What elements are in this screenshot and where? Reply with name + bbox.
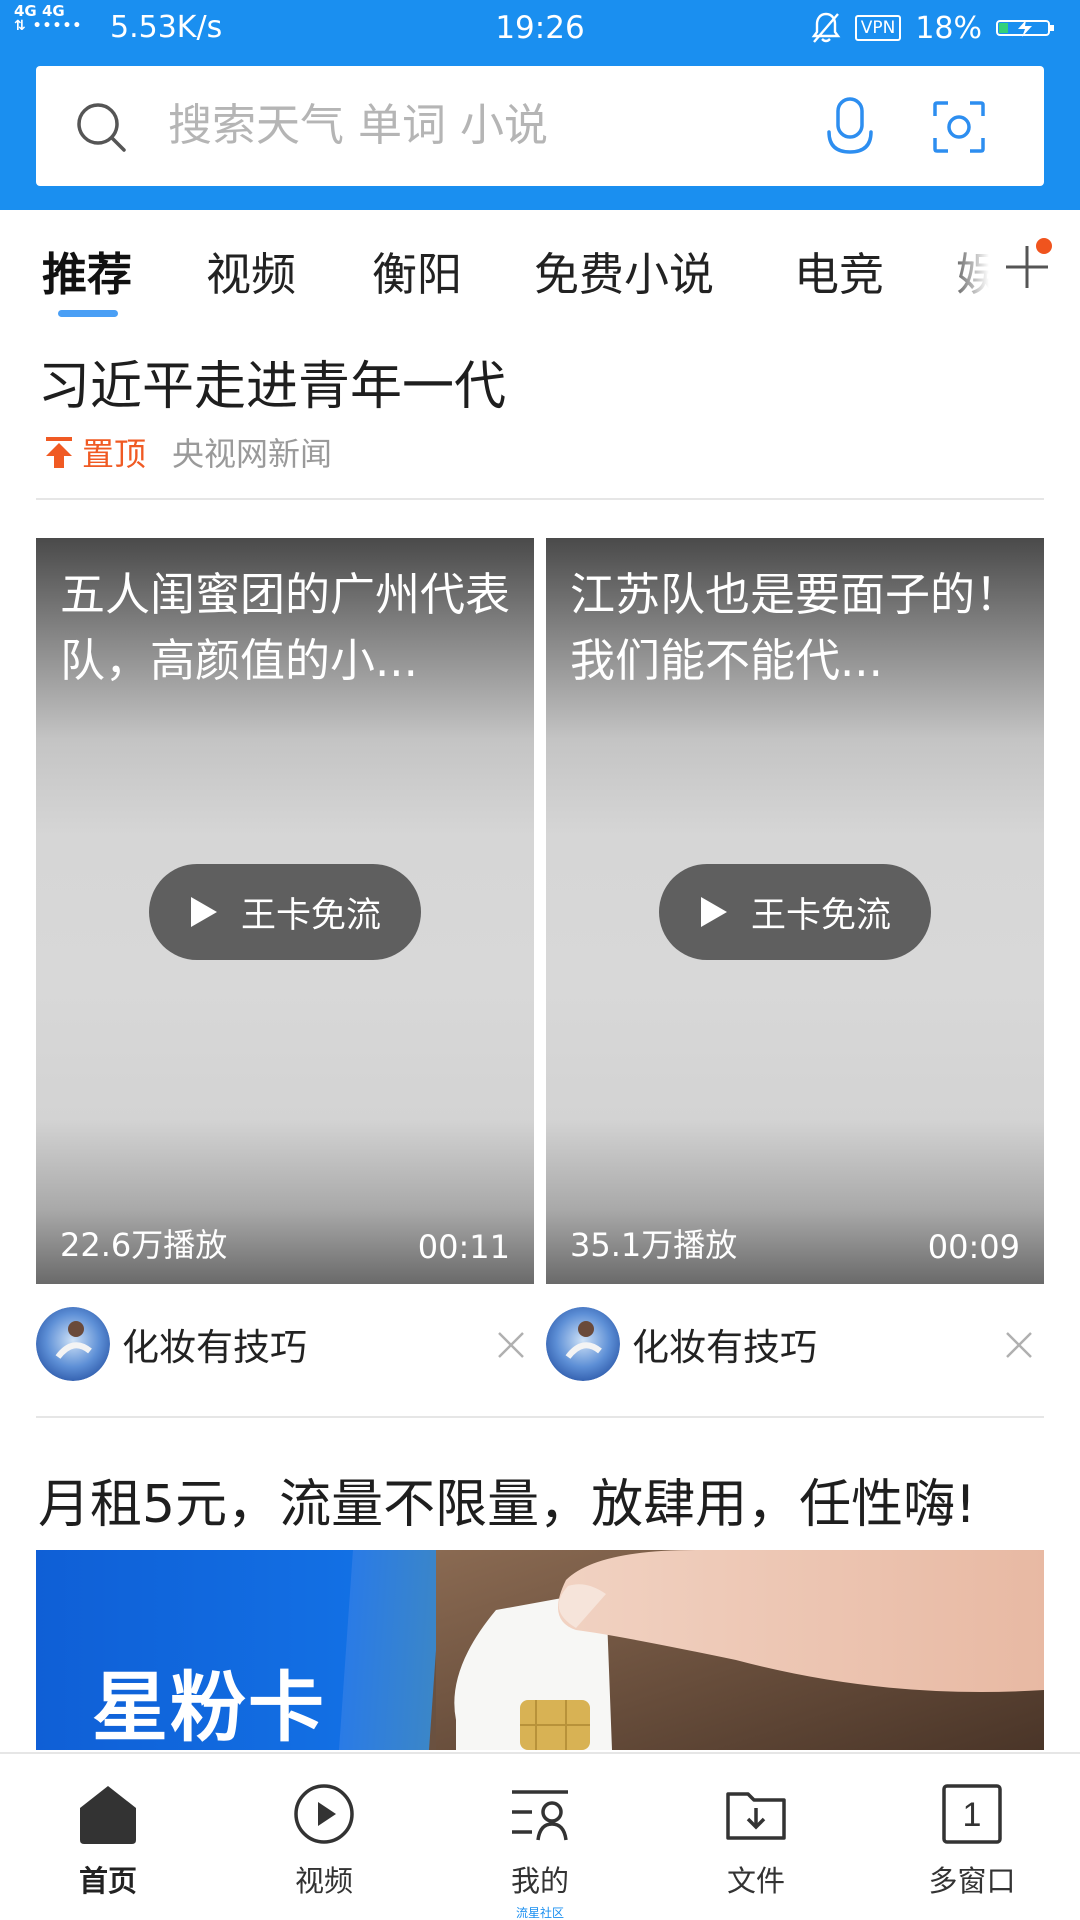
play-circle-icon	[294, 1784, 354, 1844]
nav-home-label: 首页	[78, 1864, 137, 1898]
nav-windows-label: 多窗口	[928, 1864, 1016, 1898]
ad-panel-edge	[339, 1550, 443, 1750]
channel-tabs: 推荐 视频 衡阳 免费小说 电竞 娱乐	[0, 210, 1080, 326]
nav-video-label: 视频	[294, 1864, 353, 1898]
video-title: 五人闺蜜团的广州代表队，高颜值的小...	[60, 568, 511, 687]
ad-banner[interactable]: 星粉卡 流量	[36, 1550, 1044, 1750]
folder-download-icon	[726, 1792, 786, 1840]
avatar	[36, 1307, 110, 1381]
author-name: 化妆有技巧	[122, 1326, 307, 1369]
play-button[interactable]: 王卡免流	[149, 864, 421, 960]
video-duration: 00:11	[417, 1228, 510, 1266]
play-icon	[190, 897, 217, 927]
divider	[36, 1416, 1044, 1418]
battery-percent: 18%	[915, 10, 982, 46]
avatar	[546, 1307, 620, 1381]
tab-free-novel[interactable]: 免费小说	[534, 238, 714, 303]
tab-recommend[interactable]: 推荐	[42, 238, 132, 303]
profile-list-icon	[512, 1790, 568, 1841]
ad-title[interactable]: 月租5元，流量不限量，放肆用，任性嗨!	[38, 1462, 976, 1537]
nav-video[interactable]: 视频	[216, 1754, 432, 1920]
pin-label: 置顶	[82, 435, 147, 473]
news-source: 央视网新闻	[172, 435, 333, 473]
nav-mine-label: 我的	[510, 1864, 569, 1898]
window-count-icon: 1	[942, 1784, 1002, 1844]
search-bar[interactable]: 搜索天气 单词 小说	[36, 66, 1044, 186]
search-icon	[77, 103, 126, 152]
tab-video[interactable]: 视频	[206, 238, 296, 303]
notification-dot	[1036, 238, 1052, 254]
nav-files-label: 文件	[726, 1864, 785, 1898]
tab-esports[interactable]: 电竞	[794, 238, 884, 303]
video-duration: 00:09	[927, 1228, 1020, 1266]
status-right-group: VPN 18%	[811, 10, 1056, 46]
close-icon[interactable]	[1004, 1330, 1034, 1360]
nav-files[interactable]: 文件	[648, 1754, 864, 1920]
play-button[interactable]: 王卡免流	[659, 864, 931, 960]
video-author[interactable]: 化妆有技巧	[546, 1306, 817, 1382]
nav-mine[interactable]: 我的 流星社区	[432, 1754, 648, 1920]
scan-icon[interactable]	[932, 100, 986, 154]
search-input[interactable]: 搜索天气 单词 小说	[168, 92, 548, 160]
battery-charging-icon	[996, 20, 1054, 37]
headline-meta: 置顶 央视网新闻	[44, 430, 332, 474]
nav-home[interactable]: 首页	[0, 1754, 216, 1920]
video-card[interactable]: 五人闺蜜团的广州代表队，高颜值的小... 王卡免流 22.6万播放 00:11	[36, 538, 534, 1284]
pinned-headline[interactable]: 习近平走进青年一代	[38, 344, 506, 419]
active-tab-indicator	[58, 310, 118, 317]
bell-muted-icon	[811, 12, 841, 43]
play-icon	[700, 897, 727, 927]
play-label: 王卡免流	[750, 895, 891, 936]
play-count: 35.1万播放	[570, 1226, 738, 1264]
window-count: 1	[963, 1796, 982, 1834]
nav-mine-sublabel: 流星社区	[515, 1906, 564, 1920]
microphone-icon[interactable]	[824, 96, 876, 156]
video-card[interactable]: 江苏队也是要面子的！我们能不能代... 王卡免流 35.1万播放 00:09	[546, 538, 1044, 1284]
vpn-indicator: VPN	[854, 15, 902, 41]
sim-card-hand-image	[436, 1550, 1044, 1750]
bottom-navigation: 首页 视频 我的 流星社区 文件 1 多窗口	[0, 1752, 1080, 1920]
video-author[interactable]: 化妆有技巧	[36, 1306, 307, 1382]
top-header: 4G 4G ⇅ ••••• 5.53K/s 19:26 VPN 18% 搜索天气…	[0, 0, 1080, 210]
divider	[36, 498, 1044, 500]
video-title: 江苏队也是要面子的！我们能不能代...	[570, 568, 1021, 687]
nav-windows[interactable]: 1 多窗口	[864, 1754, 1080, 1920]
ad-brand-text-2: 流量	[92, 1732, 244, 1750]
tab-hengyang[interactable]: 衡阳	[372, 238, 462, 303]
pin-top-icon	[46, 437, 72, 468]
status-bar: 4G 4G ⇅ ••••• 5.53K/s 19:26 VPN 18%	[0, 0, 1080, 60]
play-label: 王卡免流	[240, 895, 381, 936]
close-icon[interactable]	[496, 1330, 526, 1360]
home-icon	[80, 1786, 136, 1844]
author-name: 化妆有技巧	[632, 1326, 817, 1369]
play-count: 22.6万播放	[60, 1226, 228, 1264]
